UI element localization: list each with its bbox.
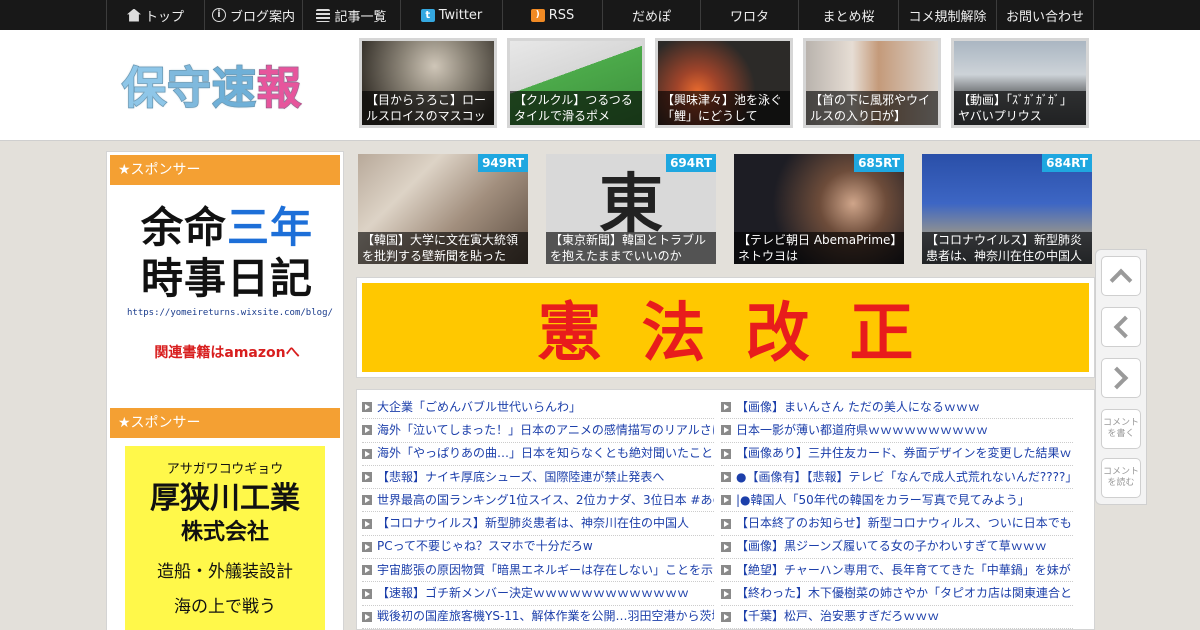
list-item[interactable]: 戦後初の国産旅客機YS-11、解体作業を公開…羽田空港から茨城: [362, 606, 714, 629]
arrow-bullet-icon: [721, 472, 731, 483]
list-item[interactable]: |●韓国人「50年代の韓国をカラー写真で見てみよう」: [721, 489, 1073, 513]
arrow-bullet-icon: [362, 472, 372, 483]
header-thumb-article[interactable]: 【クルクル】つるつるタイルで滑るポメ: [507, 38, 645, 128]
nav-contact[interactable]: お問い合わせ: [996, 0, 1094, 30]
list-item[interactable]: 宇宙膨張の原因物質「暗黒エネルギーは存在しない」ことを示す: [362, 559, 714, 583]
arrow-bullet-icon: [721, 448, 731, 459]
read-comment-button[interactable]: コメントを読む: [1101, 458, 1141, 498]
nav-article-list[interactable]: 記事一覧: [302, 0, 400, 30]
scroll-top-button[interactable]: [1101, 256, 1141, 296]
list-item[interactable]: 日本一影が薄い都道府県ｗｗｗｗｗｗｗｗｗｗ: [721, 419, 1073, 443]
list-item[interactable]: ●【画像有】【悲報】テレビ「なんで成人式荒れないんだ????」: [721, 466, 1073, 490]
rt-article[interactable]: 949RT 【韓国】大学に文在寅大統領を批判する壁新聞を貼った: [358, 154, 528, 264]
arrow-bullet-icon: [362, 518, 372, 529]
article-link-list: 大企業「ごめんバブル世代いらんわ」 海外「泣いてしまった！」日本のアニメの感情描…: [356, 389, 1095, 630]
list-item[interactable]: 【千葉】松戸、治安悪すぎだろｗｗｗ: [721, 606, 1073, 629]
nav-top[interactable]: トップ: [106, 0, 204, 30]
rt-article[interactable]: 684RT 【コロナウイルス】新型肺炎患者は、神奈川在住の中国人: [922, 154, 1092, 264]
sponsor-heading: ★スポンサー: [110, 408, 340, 438]
nav-comment-unblock[interactable]: コメ規制解除: [898, 0, 996, 30]
amazon-link[interactable]: 関連書籍はamazonへ: [127, 342, 327, 362]
nav-damepo[interactable]: だめぽ: [602, 0, 700, 30]
list-item[interactable]: 【絶望】チャーハン専用で、長年育ててきた「中華鍋」を妹が: [721, 559, 1073, 583]
chevron-right-icon: [1105, 366, 1129, 390]
link-column-right: 【画像】まいんさん ただの美人になるｗｗｗ 日本一影が薄い都道府県ｗｗｗｗｗｗｗ…: [721, 396, 1073, 629]
retweet-count-badge: 694RT: [666, 154, 716, 172]
info-icon: i: [211, 8, 226, 22]
header-thumb-article[interactable]: 【興味津々】池を泳ぐ「鯉」にどうして: [655, 38, 793, 128]
sponsor-heading: ★スポンサー: [110, 155, 340, 185]
site-header: 保守速報 【目からうろこ】ロールスロイスのマスコット 【クルクル】つるつるタイル…: [0, 30, 1200, 141]
list-item[interactable]: 【画像】黒ジーンズ履いてる女の子かわいすぎて草ｗｗｗ: [721, 536, 1073, 560]
sponsor-ad-yomei[interactable]: 余命三年 時事日記 https://yomeireturns.wixsite.c…: [127, 202, 333, 382]
chevron-left-icon: [1113, 315, 1137, 339]
arrow-bullet-icon: [721, 611, 731, 622]
nav-twitter[interactable]: t Twitter: [400, 0, 502, 30]
floating-side-nav: コメントを書く コメントを読む: [1095, 249, 1147, 505]
arrow-bullet-icon: [362, 425, 372, 436]
rt-article[interactable]: 685RT 【テレビ朝日 AbemaPrime】ネトウヨは: [734, 154, 904, 264]
arrow-bullet-icon: [362, 611, 372, 622]
list-item[interactable]: 【コロナウイルス】新型肺炎患者は、神奈川在住の中国人: [362, 512, 714, 536]
arrow-bullet-icon: [721, 541, 731, 552]
chevron-up-icon: [1109, 268, 1133, 292]
list-item[interactable]: 【画像あり】三井住友カード、券面デザインを変更した結果ｗ: [721, 443, 1073, 466]
list-item[interactable]: 【速報】ゴチ新メンバー決定ｗｗｗｗｗｗｗｗｗｗｗｗｗ: [362, 582, 714, 606]
list-item[interactable]: 海外「泣いてしまった！」日本のアニメの感情描写のリアルさに: [362, 419, 714, 443]
arrow-bullet-icon: [362, 495, 372, 506]
list-item[interactable]: 世界最高の国ランキング1位スイス、2位カナダ、3位日本 #あの: [362, 489, 714, 513]
arrow-bullet-icon: [362, 541, 372, 552]
nav-warota[interactable]: ワロタ: [700, 0, 798, 30]
sidebar: ★スポンサー 余命三年 時事日記 https://yomeireturns.wi…: [106, 151, 344, 630]
sponsor-ad-asagawa[interactable]: アサガワコウギョウ 厚狭川工業 株式会社 造船・外艤装設計 海の上で戦う: [125, 446, 325, 630]
list-item[interactable]: 大企業「ごめんバブル世代いらんわ」: [362, 396, 714, 420]
list-item[interactable]: 【日本終了のお知らせ】新型コロナウィルス、ついに日本でも: [721, 512, 1073, 536]
list-item[interactable]: 【悲報】ナイキ厚底シューズ、国際陸連が禁止発表へ: [362, 466, 714, 490]
arrow-bullet-icon: [721, 588, 731, 599]
site-logo[interactable]: 保守速報: [121, 55, 322, 115]
arrow-bullet-icon: [721, 402, 731, 413]
rt-article[interactable]: 東 694RT 【東京新聞】韓国とトラブルを抱えたままでいいのか: [546, 154, 716, 264]
list-item[interactable]: 【画像】まいんさん ただの美人になるｗｗｗ: [721, 396, 1073, 420]
list-icon: [316, 8, 331, 22]
rss-icon: ): [530, 8, 545, 22]
arrow-bullet-icon: [362, 402, 372, 413]
list-item[interactable]: PCって不要じゃね？スマホで十分だろw: [362, 536, 714, 560]
arrow-bullet-icon: [362, 565, 372, 576]
arrow-bullet-icon: [362, 588, 372, 599]
arrow-bullet-icon: [721, 565, 731, 576]
retweet-count-badge: 949RT: [478, 154, 528, 172]
top-navigation: トップ i ブログ案内 記事一覧 t Twitter ) RSS だめぽ ワロタ まと…: [0, 0, 1200, 30]
header-thumb-article[interactable]: 【目からうろこ】ロールスロイスのマスコット: [359, 38, 497, 128]
nav-blog-guide[interactable]: i ブログ案内: [204, 0, 302, 30]
nav-matome-sakura[interactable]: まとめ桜: [798, 0, 898, 30]
arrow-bullet-icon: [721, 495, 731, 506]
nav-rss[interactable]: ) RSS: [502, 0, 602, 30]
home-icon: [126, 8, 141, 22]
arrow-bullet-icon: [362, 448, 372, 459]
header-thumb-article[interactable]: 【動画】「ｽﾞｶﾞｶﾞｶﾞ」ヤバいプリウス: [951, 38, 1089, 128]
list-item[interactable]: 【終わった】木下優樹菜の姉さやか「タピオカ店は関東連合と: [721, 582, 1073, 606]
arrow-bullet-icon: [721, 518, 731, 529]
constitution-banner[interactable]: 憲法改正: [356, 277, 1095, 378]
header-thumb-article[interactable]: 【首の下に風邪やウイルスの入り口が】: [803, 38, 941, 128]
retweet-count-badge: 684RT: [1042, 154, 1092, 172]
write-comment-button[interactable]: コメントを書く: [1101, 409, 1141, 449]
twitter-icon: t: [420, 8, 435, 22]
arrow-bullet-icon: [721, 425, 731, 436]
link-column-left: 大企業「ごめんバブル世代いらんわ」 海外「泣いてしまった！」日本のアニメの感情描…: [362, 396, 714, 629]
list-item[interactable]: 海外「やっぱりあの曲…」日本を知らなくとも絶対聞いたことある: [362, 443, 714, 466]
prev-article-button[interactable]: [1101, 307, 1141, 347]
next-article-button[interactable]: [1101, 358, 1141, 398]
retweet-count-badge: 685RT: [854, 154, 904, 172]
